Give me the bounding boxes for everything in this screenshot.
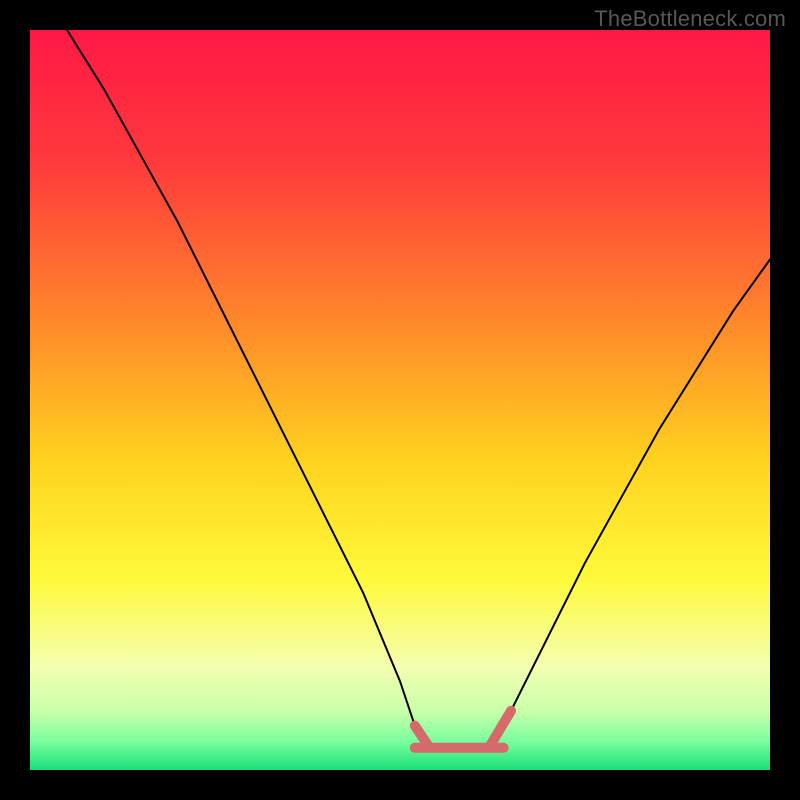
plot-area xyxy=(30,30,770,770)
series-left-curve xyxy=(67,30,430,748)
curve-layer xyxy=(30,30,770,770)
plateau-highlight xyxy=(415,711,511,748)
watermark-text: TheBottleneck.com xyxy=(594,6,786,32)
chart-frame: TheBottleneck.com xyxy=(0,0,800,800)
series-right-curve xyxy=(489,259,770,747)
